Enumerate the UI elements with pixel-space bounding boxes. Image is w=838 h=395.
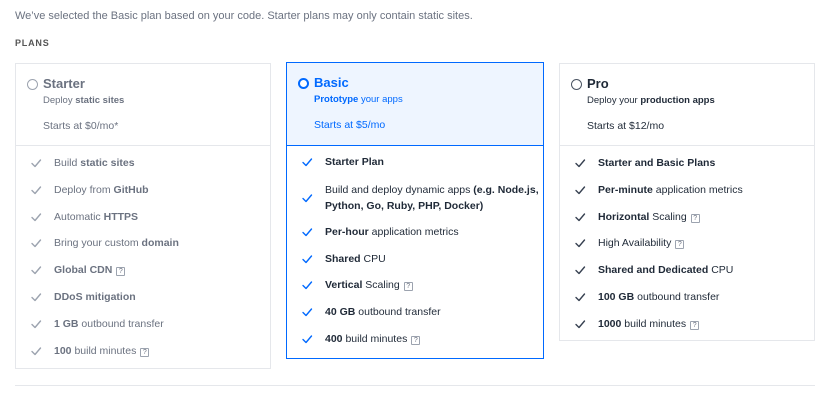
feature-item: Horizontal Scaling? (560, 210, 814, 237)
radio-button-selected[interactable] (298, 78, 309, 89)
feature-item: Global CDN? (16, 263, 270, 290)
feature-text: Bring your custom domain (54, 237, 179, 250)
feature-text: Global CDN (54, 264, 113, 277)
plan-card-header[interactable]: Starter Deploy static sites Starts at $0… (16, 64, 270, 146)
checkmark-icon (575, 186, 586, 194)
checkmark-icon (31, 212, 42, 221)
feature-item: 100 build minutes? (16, 344, 270, 371)
feature-list: Starter Plan Build and deploy dynamic app… (287, 155, 543, 359)
checkmark-icon (302, 158, 313, 167)
feature-item: DDoS mitigation (16, 290, 270, 317)
checkmark-icon (575, 320, 586, 328)
feature-text: Horizontal Scaling (598, 210, 687, 223)
feature-text: Shared CPU (325, 252, 386, 265)
feature-text: 1000 build minutes (598, 317, 687, 330)
feature-list: Build static sites Deploy from GitHub Auto… (16, 156, 270, 370)
feature-text: High Availability (598, 237, 672, 250)
help-icon[interactable]: ? (411, 335, 421, 345)
feature-text: Per-hour application metrics (325, 225, 459, 238)
feature-item: 1 GB outbound transfer (16, 317, 270, 344)
feature-item: Shared CPU (287, 252, 543, 279)
feature-item: Build static sites (16, 156, 270, 183)
checkmark-icon (31, 346, 42, 355)
plan-name: Pro (587, 76, 609, 91)
checkmark-icon (302, 335, 313, 344)
checkmark-icon (302, 228, 313, 236)
checkmark-icon (575, 159, 586, 168)
feature-item: 400 build minutes? (287, 332, 543, 359)
plan-selection-note: We’ve selected the Basic plan based on y… (15, 10, 473, 22)
feature-text: Build static sites (54, 157, 135, 169)
plan-name: Basic (314, 75, 349, 90)
plan-card-basic[interactable]: Basic Prototype your apps Starts at $5/m… (286, 62, 544, 359)
feature-text: Automatic HTTPS (54, 210, 139, 223)
plan-price: Starts at $5/mo (314, 119, 386, 131)
checkmark-icon (575, 239, 586, 248)
feature-item: High Availability? (560, 236, 814, 263)
help-icon[interactable]: ? (675, 240, 685, 250)
plan-card-pro[interactable]: Pro Deploy your production apps Starts a… (559, 63, 815, 341)
feature-text: DDoS mitigation (54, 290, 136, 303)
feature-item: 100 GB outbound transfer (560, 290, 814, 317)
checkmark-icon (302, 254, 313, 263)
checkmark-icon (31, 239, 42, 248)
radio-button[interactable] (571, 79, 582, 90)
feature-text: 40 GB outbound transfer (325, 306, 441, 319)
checkmark-icon (31, 159, 42, 168)
checkmark-icon (31, 293, 42, 302)
checkmark-icon (575, 212, 586, 221)
feature-text: 1 GB outbound transfer (54, 317, 164, 330)
feature-item: 1000 build minutes? (560, 317, 814, 344)
feature-text: Build and deploy dynamic apps (e.g. Node… (325, 183, 539, 213)
feature-item: Build and deploy dynamic apps (e.g. Node… (287, 182, 543, 225)
checkmark-icon (31, 186, 42, 194)
feature-text: 100 GB outbound transfer (598, 290, 720, 303)
checkmark-icon (575, 293, 586, 302)
feature-text: Starter Plan (325, 156, 384, 168)
feature-item: Starter Plan (287, 155, 543, 182)
radio-button[interactable] (27, 79, 38, 90)
feature-item: Per-hour application metrics (287, 225, 543, 252)
plan-price: Starts at $0/mo* (43, 120, 119, 132)
checkmark-icon (31, 266, 42, 275)
plans-section-label: PLANS (15, 38, 50, 48)
plan-tagline: Prototype your apps (314, 94, 403, 105)
feature-item: Shared and Dedicated CPU (560, 263, 814, 290)
feature-item: Vertical Scaling? (287, 278, 543, 305)
checkmark-icon (575, 266, 586, 275)
checkmark-icon (31, 320, 42, 328)
divider (15, 385, 815, 386)
help-icon[interactable]: ? (690, 213, 700, 223)
checkmark-icon (302, 194, 313, 202)
plan-card-header[interactable]: Basic Prototype your apps Starts at $5/m… (287, 63, 543, 146)
feature-text: 100 build minutes (54, 344, 137, 357)
feature-text: Shared and Dedicated CPU (598, 264, 734, 277)
feature-text: Deploy from GitHub (54, 183, 149, 196)
feature-text: Per-minute application metrics (598, 183, 743, 196)
plan-card-starter[interactable]: Starter Deploy static sites Starts at $0… (15, 63, 271, 369)
feature-item: Automatic HTTPS (16, 210, 270, 237)
feature-item: Bring your custom domain (16, 236, 270, 263)
help-icon[interactable]: ? (403, 282, 413, 292)
feature-item: 40 GB outbound transfer (287, 305, 543, 332)
plan-name: Starter (43, 76, 85, 91)
feature-item: Deploy from GitHub (16, 183, 270, 210)
feature-item: Per-minute application metrics (560, 183, 814, 210)
plan-tagline: Deploy your production apps (587, 95, 715, 106)
help-icon[interactable]: ? (140, 347, 150, 357)
plan-price: Starts at $12/mo (587, 120, 665, 132)
feature-text: Vertical Scaling (325, 279, 400, 292)
feature-text: Starter and Basic Plans (598, 157, 716, 169)
help-icon[interactable]: ? (690, 320, 700, 330)
checkmark-icon (302, 281, 313, 290)
plan-tagline: Deploy static sites (43, 95, 125, 106)
feature-text: 400 build minutes (325, 332, 408, 345)
plan-card-header[interactable]: Pro Deploy your production apps Starts a… (560, 64, 814, 146)
feature-item: Starter and Basic Plans (560, 156, 814, 183)
help-icon[interactable]: ? (116, 267, 126, 277)
checkmark-icon (302, 308, 313, 317)
feature-list: Starter and Basic Plans Per-minute applic… (560, 156, 814, 344)
